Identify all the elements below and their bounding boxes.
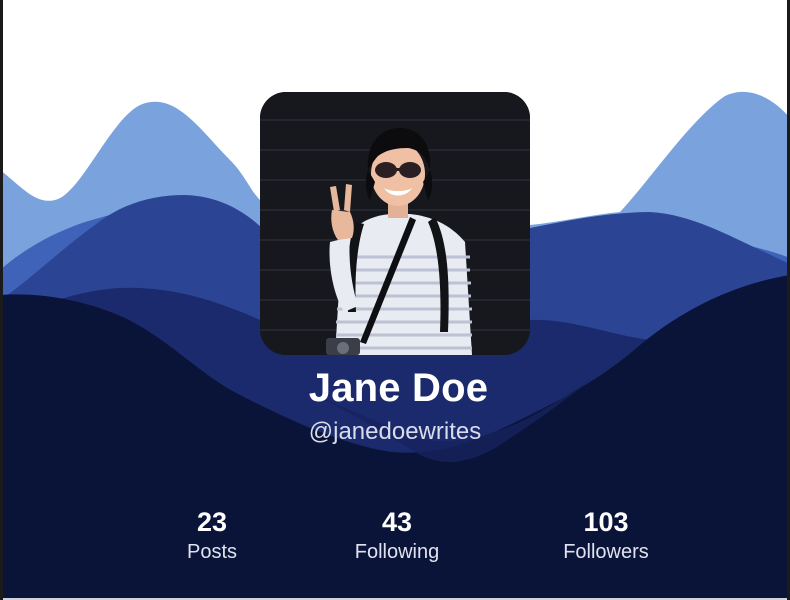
- stat-following[interactable]: 43 Following: [317, 506, 477, 566]
- stat-following-value: 43: [381, 507, 413, 537]
- avatar[interactable]: [260, 92, 530, 355]
- stat-posts-label: Posts: [186, 541, 238, 563]
- stat-followers-value: 103: [583, 507, 629, 537]
- frame-edge-left: [0, 0, 3, 600]
- profile-card: Jane Doe @janedoewrites 23 Posts 43 Foll…: [0, 0, 790, 600]
- stat-followers[interactable]: 103 Followers: [526, 506, 686, 566]
- profile-photo-icon: [260, 92, 530, 355]
- stat-posts-value: 23: [196, 507, 228, 537]
- stat-posts[interactable]: 23 Posts: [132, 506, 292, 566]
- stat-followers-label: Followers: [563, 541, 649, 563]
- profile-name: Jane Doe: [308, 366, 489, 410]
- stat-following-label: Following: [354, 541, 440, 563]
- profile-handle: @janedoewrites: [308, 418, 482, 445]
